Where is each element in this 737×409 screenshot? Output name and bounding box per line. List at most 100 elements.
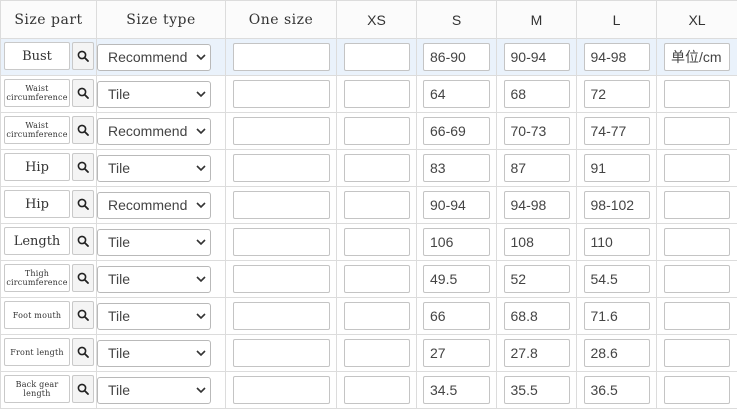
search-button[interactable]	[72, 153, 94, 181]
xs-input[interactable]	[344, 302, 410, 330]
s-input[interactable]: 106	[423, 228, 490, 256]
one-size-input[interactable]	[233, 117, 330, 145]
m-input[interactable]: 108	[504, 228, 570, 256]
size-type-select[interactable]: Tile	[97, 340, 211, 367]
m-input[interactable]: 87	[504, 154, 570, 182]
l-input[interactable]: 71.6	[584, 302, 650, 330]
l-input[interactable]: 91	[584, 154, 650, 182]
m-input[interactable]: 35.5	[504, 376, 570, 404]
size-type-select[interactable]: Tile	[97, 229, 211, 256]
xl-input[interactable]	[664, 228, 730, 256]
l-input[interactable]: 98-102	[584, 191, 650, 219]
size-part-field[interactable]: Waist circumference	[4, 116, 70, 144]
size-part-field[interactable]: Back gear length	[4, 375, 70, 403]
xl-input[interactable]	[664, 265, 730, 293]
size-part-field[interactable]: Foot mouth	[4, 301, 70, 329]
s-input[interactable]: 49.5	[423, 265, 490, 293]
size-type-select[interactable]: Recommend	[97, 118, 211, 145]
xs-input[interactable]	[344, 376, 410, 404]
size-type-select[interactable]: Tile	[97, 81, 211, 108]
xs-input[interactable]	[344, 117, 410, 145]
search-button[interactable]	[72, 116, 94, 144]
one-size-input[interactable]	[233, 376, 330, 404]
s-input[interactable]: 64	[423, 80, 490, 108]
search-button[interactable]	[72, 190, 94, 218]
size-part-field[interactable]: Hip	[4, 153, 70, 181]
l-input[interactable]: 54.5	[584, 265, 650, 293]
xl-input[interactable]	[664, 376, 730, 404]
search-button[interactable]	[72, 264, 94, 292]
m-input[interactable]: 52	[504, 265, 570, 293]
s-input[interactable]: 66-69	[423, 117, 490, 145]
m-input[interactable]: 94-98	[504, 191, 570, 219]
size-type-value: Recommend	[108, 197, 187, 213]
size-type-select[interactable]: Tile	[97, 266, 211, 293]
size-part-field[interactable]: Waist circumference	[4, 79, 70, 107]
size-type-select[interactable]: Tile	[97, 155, 211, 182]
l-input[interactable]: 72	[584, 80, 650, 108]
xs-input[interactable]	[344, 339, 410, 367]
s-input[interactable]: 83	[423, 154, 490, 182]
search-button[interactable]	[72, 42, 94, 70]
s-input[interactable]: 66	[423, 302, 490, 330]
one-size-input[interactable]	[233, 43, 330, 71]
size-part-field[interactable]: Thigh circumference	[4, 264, 70, 292]
one-size-input[interactable]	[233, 302, 330, 330]
one-size-input[interactable]	[233, 228, 330, 256]
l-input[interactable]: 28.6	[584, 339, 650, 367]
m-input[interactable]: 68	[504, 80, 570, 108]
size-type-select[interactable]: Tile	[97, 377, 211, 404]
xl-input[interactable]	[664, 80, 730, 108]
size-part-field[interactable]: Length	[4, 227, 70, 255]
search-button[interactable]	[72, 301, 94, 329]
s-input[interactable]: 34.5	[423, 376, 490, 404]
xl-input[interactable]	[664, 302, 730, 330]
xs-input[interactable]	[344, 228, 410, 256]
s-input[interactable]: 86-90	[423, 43, 490, 71]
l-input[interactable]: 36.5	[584, 376, 650, 404]
xl-input[interactable]	[664, 339, 730, 367]
one-size-cell	[226, 261, 337, 298]
xs-input[interactable]	[344, 43, 410, 71]
one-size-input[interactable]	[233, 154, 330, 182]
l-cell: 71.6	[577, 298, 657, 335]
xl-input[interactable]	[664, 191, 730, 219]
l-input[interactable]: 74-77	[584, 117, 650, 145]
m-input[interactable]: 70-73	[504, 117, 570, 145]
xs-input[interactable]	[344, 265, 410, 293]
search-button[interactable]	[72, 227, 94, 255]
xs-input[interactable]	[344, 154, 410, 182]
one-size-input[interactable]	[233, 191, 330, 219]
xs-input[interactable]	[344, 191, 410, 219]
size-type-cell: Recommend	[97, 39, 226, 76]
size-type-select[interactable]: Recommend	[97, 44, 211, 71]
size-part-field[interactable]: Bust	[4, 42, 70, 70]
xs-input[interactable]	[344, 80, 410, 108]
s-input[interactable]: 27	[423, 339, 490, 367]
m-input[interactable]: 27.8	[504, 339, 570, 367]
header-s: S	[417, 1, 497, 39]
size-type-select[interactable]: Tile	[97, 303, 211, 330]
l-input[interactable]: 110	[584, 228, 650, 256]
one-size-input[interactable]	[233, 339, 330, 367]
size-type-cell: Tile	[97, 76, 226, 113]
xl-input[interactable]	[664, 117, 730, 145]
xl-input[interactable]: 单位/cm	[664, 43, 730, 71]
l-cell: 98-102	[577, 187, 657, 224]
size-part-cell: Length	[1, 224, 97, 261]
one-size-cell	[226, 335, 337, 372]
s-input[interactable]: 90-94	[423, 191, 490, 219]
one-size-input[interactable]	[233, 265, 330, 293]
search-button[interactable]	[72, 79, 94, 107]
search-button[interactable]	[72, 338, 94, 366]
search-icon	[77, 309, 89, 321]
m-input[interactable]: 68.8	[504, 302, 570, 330]
one-size-input[interactable]	[233, 80, 330, 108]
m-input[interactable]: 90-94	[504, 43, 570, 71]
size-part-field[interactable]: Hip	[4, 190, 70, 218]
l-input[interactable]: 94-98	[584, 43, 650, 71]
size-part-field[interactable]: Front length	[4, 338, 70, 366]
search-button[interactable]	[72, 375, 94, 403]
size-type-select[interactable]: Recommend	[97, 192, 211, 219]
xl-input[interactable]	[664, 154, 730, 182]
